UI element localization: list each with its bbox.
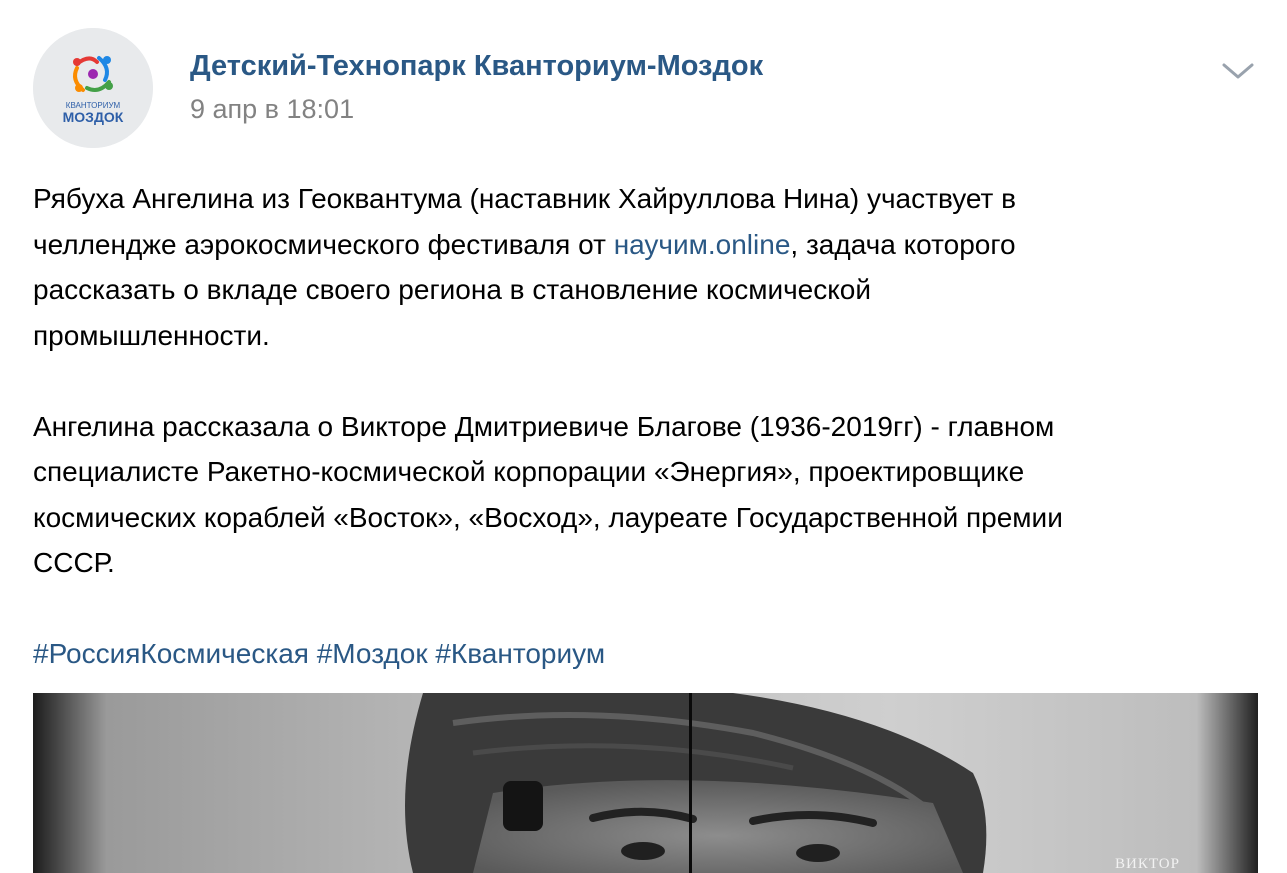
post-text-line: космических кораблей «Восток», «Восход»,… bbox=[33, 501, 1063, 533]
hashtag-link[interactable]: #РоссияКосмическая bbox=[33, 638, 309, 669]
text-segment: челлендже аэрокосмического фестиваля от bbox=[33, 228, 614, 260]
post-text-line: челлендже аэрокосмического фестиваля от … bbox=[33, 222, 1258, 268]
post-date-link[interactable]: 9 апр в 18:01 bbox=[190, 94, 354, 125]
author-avatar[interactable]: КВАНТОРИУМ МОЗДОК bbox=[33, 28, 153, 148]
logo-bottom-text: МОЗДОК bbox=[63, 109, 124, 125]
kvantorium-logo: КВАНТОРИУМ МОЗДОК bbox=[33, 28, 153, 148]
text-segment: , задача которого bbox=[790, 228, 1016, 260]
hashtag-link[interactable]: #Кванториум bbox=[435, 638, 605, 669]
hashtag-link[interactable]: #Моздок bbox=[317, 638, 428, 669]
post-menu-button[interactable] bbox=[1218, 56, 1258, 84]
post-text-line: Ангелина рассказала о Викторе Дмитриевич… bbox=[33, 410, 1055, 442]
chevron-down-icon bbox=[1222, 63, 1254, 79]
post-text-line: специалисте Ракетно-космической корпорац… bbox=[33, 456, 1025, 487]
post-text-line: рассказать о вкладе своего региона в ста… bbox=[33, 274, 872, 305]
portrait-photo-graphic bbox=[33, 693, 1258, 873]
wall-post: КВАНТОРИУМ МОЗДОК Детский-Технопарк Кван… bbox=[0, 0, 1287, 873]
external-link[interactable]: научим.online bbox=[614, 229, 791, 260]
post-photo[interactable]: ВИКТОР bbox=[33, 693, 1258, 873]
author-name-link[interactable]: Детский-Технопарк Кванториум-Моздок bbox=[190, 50, 763, 83]
hashtag-list: #РоссияКосмическая #Моздок #Кванториум bbox=[33, 631, 1258, 677]
photo-caption-text: ВИКТОР bbox=[1115, 856, 1180, 872]
post-text-line: Рябуха Ангелина из Геоквантума (наставни… bbox=[33, 183, 1017, 214]
post-text-line: промышленности. bbox=[33, 319, 270, 351]
post-text-line: СССР. bbox=[33, 547, 115, 578]
post-text: Рябуха Ангелина из Геоквантума (наставни… bbox=[33, 176, 1258, 677]
